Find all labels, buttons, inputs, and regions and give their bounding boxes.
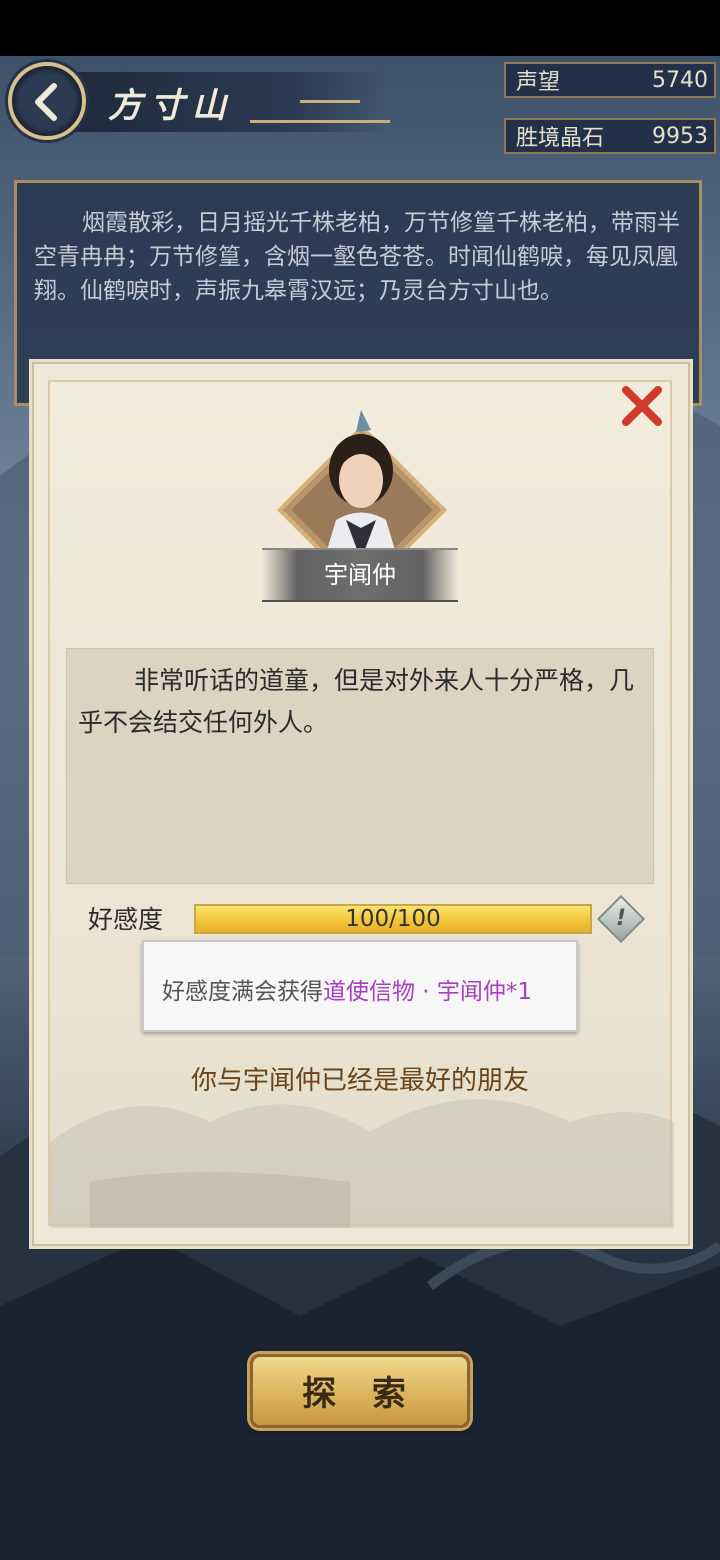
close-button[interactable] (618, 382, 666, 430)
resource-label: 胜境晶石 (516, 126, 605, 151)
friend-status: 你与宇闻仲已经是最好的朋友 (190, 1066, 529, 1096)
exclamation-icon: ! (615, 906, 627, 931)
resource-label: 声望 (516, 70, 561, 95)
reward-tooltip-text: 好感度满会获得道使信物 · 宇闻仲*1 (162, 972, 532, 1006)
explore-button-label: 探 索 (302, 1374, 418, 1414)
chevron-left-icon (35, 83, 57, 121)
favor-label: 好感度 (88, 905, 164, 934)
npc-name-plate: 宇闻仲 (262, 548, 458, 602)
location-description: 烟霞散彩，日月摇光千株老柏，万节修篁千株老柏，带雨半空青冉冉；万节修篁，含烟一壑… (34, 210, 680, 304)
decor-line (250, 120, 390, 123)
status-bar (0, 0, 720, 56)
close-icon (622, 386, 662, 426)
decor-line (300, 100, 360, 103)
resource-reputation: 声望 5740 (504, 62, 716, 98)
resource-value: 9953 (652, 123, 708, 149)
npc-bio: 非常听话的道童，但是对外来人十分严格，几乎不会结交任何外人。 (78, 666, 635, 737)
favor-value: 100/100 (345, 906, 441, 932)
favor-progress-bar: 100/100 (194, 904, 592, 934)
npc-portrait (324, 410, 398, 560)
resource-value: 5740 (652, 67, 708, 93)
back-button[interactable] (8, 62, 86, 140)
resource-crystal: 胜境晶石 9953 (504, 118, 716, 154)
tooltip-reward: 道使信物 · 宇闻仲*1 (323, 979, 533, 1005)
tooltip-prefix: 好感度满会获得 (162, 979, 323, 1005)
page-title: 方寸山 (108, 86, 234, 126)
